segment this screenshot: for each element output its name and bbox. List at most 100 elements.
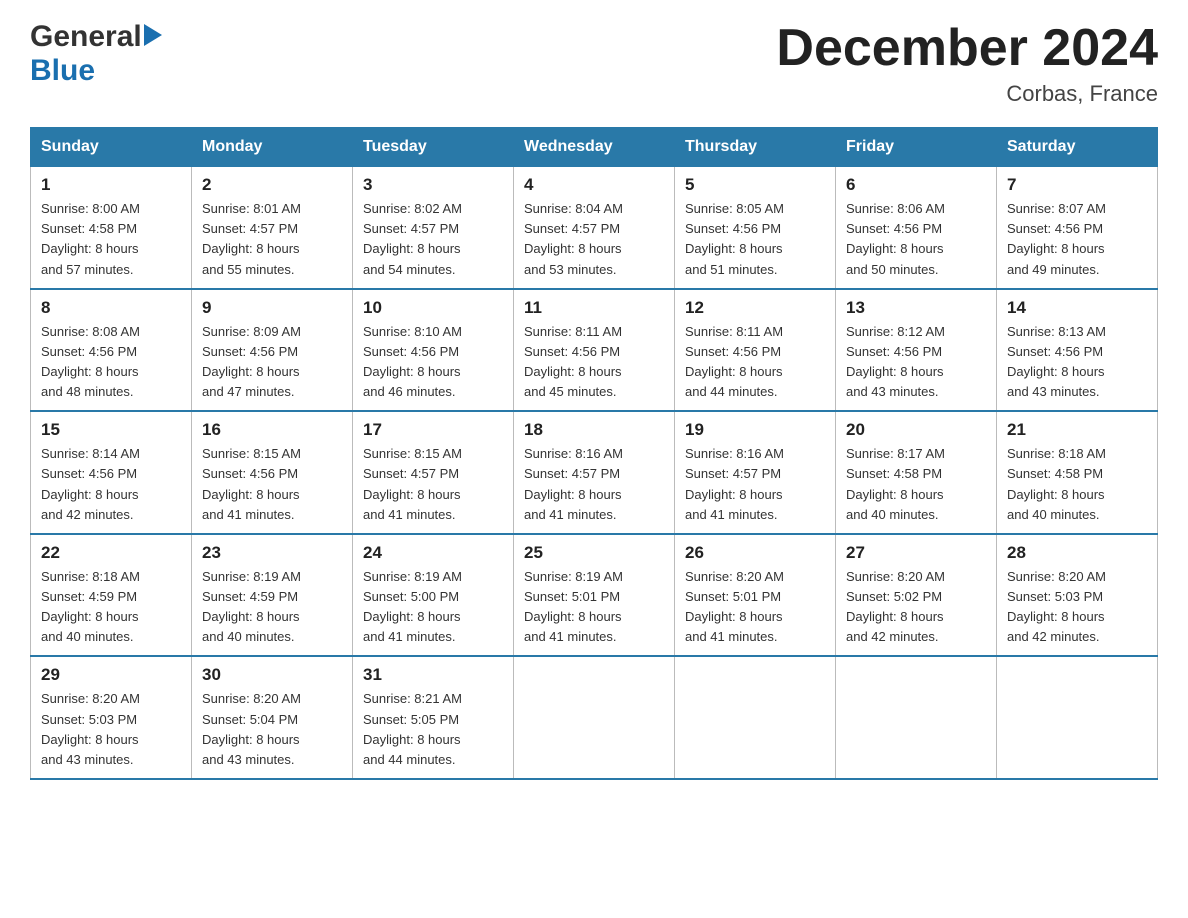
day-info: Sunrise: 8:14 AMSunset: 4:56 PMDaylight:… [41, 444, 181, 525]
day-info: Sunrise: 8:17 AMSunset: 4:58 PMDaylight:… [846, 444, 986, 525]
day-info: Sunrise: 8:20 AMSunset: 5:03 PMDaylight:… [1007, 567, 1147, 648]
location: Corbas, France [776, 81, 1158, 107]
calendar-day-cell: 3 Sunrise: 8:02 AMSunset: 4:57 PMDaylight… [353, 167, 514, 289]
day-number: 21 [1007, 420, 1147, 440]
day-number: 2 [202, 175, 342, 195]
day-info: Sunrise: 8:16 AMSunset: 4:57 PMDaylight:… [524, 444, 664, 525]
day-info: Sunrise: 8:20 AMSunset: 5:04 PMDaylight:… [202, 689, 342, 770]
day-number: 15 [41, 420, 181, 440]
day-info: Sunrise: 8:10 AMSunset: 4:56 PMDaylight:… [363, 322, 503, 403]
month-title: December 2024 [776, 20, 1158, 77]
day-info: Sunrise: 8:08 AMSunset: 4:56 PMDaylight:… [41, 322, 181, 403]
day-info: Sunrise: 8:04 AMSunset: 4:57 PMDaylight:… [524, 199, 664, 280]
day-info: Sunrise: 8:15 AMSunset: 4:56 PMDaylight:… [202, 444, 342, 525]
day-info: Sunrise: 8:13 AMSunset: 4:56 PMDaylight:… [1007, 322, 1147, 403]
day-number: 5 [685, 175, 825, 195]
calendar-day-cell: 17 Sunrise: 8:15 AMSunset: 4:57 PMDayligh… [353, 411, 514, 534]
day-number: 31 [363, 665, 503, 685]
calendar-day-cell: 7 Sunrise: 8:07 AMSunset: 4:56 PMDaylight… [997, 167, 1158, 289]
day-number: 6 [846, 175, 986, 195]
col-friday: Friday [836, 128, 997, 167]
calendar-day-cell: 19 Sunrise: 8:16 AMSunset: 4:57 PMDayligh… [675, 411, 836, 534]
day-info: Sunrise: 8:07 AMSunset: 4:56 PMDaylight:… [1007, 199, 1147, 280]
calendar-day-cell: 14 Sunrise: 8:13 AMSunset: 4:56 PMDayligh… [997, 289, 1158, 412]
day-info: Sunrise: 8:00 AMSunset: 4:58 PMDaylight:… [41, 199, 181, 280]
calendar-day-cell: 20 Sunrise: 8:17 AMSunset: 4:58 PMDayligh… [836, 411, 997, 534]
calendar-day-cell: 21 Sunrise: 8:18 AMSunset: 4:58 PMDayligh… [997, 411, 1158, 534]
calendar-header-row: Sunday Monday Tuesday Wednesday Thursday… [31, 128, 1158, 167]
calendar-day-cell: 26Sunrise: 8:20 AMSunset: 5:01 PMDayligh… [675, 534, 836, 657]
col-monday: Monday [192, 128, 353, 167]
calendar-day-cell: 28Sunrise: 8:20 AMSunset: 5:03 PMDayligh… [997, 534, 1158, 657]
day-info: Sunrise: 8:06 AMSunset: 4:56 PMDaylight:… [846, 199, 986, 280]
calendar-week-row: 15 Sunrise: 8:14 AMSunset: 4:56 PMDayligh… [31, 411, 1158, 534]
calendar-day-cell: 18 Sunrise: 8:16 AMSunset: 4:57 PMDayligh… [514, 411, 675, 534]
calendar-day-cell: 8Sunrise: 8:08 AMSunset: 4:56 PMDaylight… [31, 289, 192, 412]
calendar-week-row: 22Sunrise: 8:18 AMSunset: 4:59 PMDayligh… [31, 534, 1158, 657]
day-number: 12 [685, 298, 825, 318]
logo: General Blue [30, 20, 162, 88]
day-info: Sunrise: 8:11 AMSunset: 4:56 PMDaylight:… [685, 322, 825, 403]
day-number: 24 [363, 543, 503, 563]
day-number: 20 [846, 420, 986, 440]
day-number: 9 [202, 298, 342, 318]
day-number: 11 [524, 298, 664, 318]
calendar-day-cell [997, 656, 1158, 779]
title-block: December 2024 Corbas, France [776, 20, 1158, 107]
calendar-day-cell: 6 Sunrise: 8:06 AMSunset: 4:56 PMDaylight… [836, 167, 997, 289]
day-info: Sunrise: 8:09 AMSunset: 4:56 PMDaylight:… [202, 322, 342, 403]
day-number: 16 [202, 420, 342, 440]
day-number: 3 [363, 175, 503, 195]
calendar-day-cell: 29 Sunrise: 8:20 AMSunset: 5:03 PMDayligh… [31, 656, 192, 779]
col-saturday: Saturday [997, 128, 1158, 167]
calendar-day-cell [836, 656, 997, 779]
calendar-day-cell: 27Sunrise: 8:20 AMSunset: 5:02 PMDayligh… [836, 534, 997, 657]
calendar-day-cell: 24 Sunrise: 8:19 AMSunset: 5:00 PMDayligh… [353, 534, 514, 657]
day-info: Sunrise: 8:02 AMSunset: 4:57 PMDaylight:… [363, 199, 503, 280]
day-number: 30 [202, 665, 342, 685]
day-number: 4 [524, 175, 664, 195]
calendar-day-cell: 11 Sunrise: 8:11 AMSunset: 4:56 PMDayligh… [514, 289, 675, 412]
calendar-day-cell: 9 Sunrise: 8:09 AMSunset: 4:56 PMDaylight… [192, 289, 353, 412]
day-number: 29 [41, 665, 181, 685]
calendar-day-cell [675, 656, 836, 779]
day-number: 19 [685, 420, 825, 440]
day-number: 25 [524, 543, 664, 563]
logo-blue: Blue [30, 54, 95, 87]
day-number: 23 [202, 543, 342, 563]
calendar-table: Sunday Monday Tuesday Wednesday Thursday… [30, 127, 1158, 780]
logo-general: General [30, 20, 142, 54]
calendar-week-row: 29 Sunrise: 8:20 AMSunset: 5:03 PMDayligh… [31, 656, 1158, 779]
day-info: Sunrise: 8:20 AMSunset: 5:02 PMDaylight:… [846, 567, 986, 648]
calendar-week-row: 1 Sunrise: 8:00 AMSunset: 4:58 PMDaylight… [31, 167, 1158, 289]
day-info: Sunrise: 8:18 AMSunset: 4:59 PMDaylight:… [41, 567, 181, 648]
day-number: 17 [363, 420, 503, 440]
col-wednesday: Wednesday [514, 128, 675, 167]
day-info: Sunrise: 8:20 AMSunset: 5:03 PMDaylight:… [41, 689, 181, 770]
calendar-day-cell [514, 656, 675, 779]
day-info: Sunrise: 8:19 AMSunset: 5:00 PMDaylight:… [363, 567, 503, 648]
col-tuesday: Tuesday [353, 128, 514, 167]
day-info: Sunrise: 8:18 AMSunset: 4:58 PMDaylight:… [1007, 444, 1147, 525]
calendar-day-cell: 22Sunrise: 8:18 AMSunset: 4:59 PMDayligh… [31, 534, 192, 657]
day-info: Sunrise: 8:12 AMSunset: 4:56 PMDaylight:… [846, 322, 986, 403]
calendar-day-cell: 25 Sunrise: 8:19 AMSunset: 5:01 PMDayligh… [514, 534, 675, 657]
calendar-day-cell: 13 Sunrise: 8:12 AMSunset: 4:56 PMDayligh… [836, 289, 997, 412]
day-info: Sunrise: 8:19 AMSunset: 5:01 PMDaylight:… [524, 567, 664, 648]
calendar-day-cell: 10Sunrise: 8:10 AMSunset: 4:56 PMDayligh… [353, 289, 514, 412]
day-info: Sunrise: 8:15 AMSunset: 4:57 PMDaylight:… [363, 444, 503, 525]
day-info: Sunrise: 8:19 AMSunset: 4:59 PMDaylight:… [202, 567, 342, 648]
page-header: General Blue December 2024 Corbas, Franc… [30, 20, 1158, 107]
col-thursday: Thursday [675, 128, 836, 167]
day-number: 13 [846, 298, 986, 318]
calendar-day-cell: 2Sunrise: 8:01 AMSunset: 4:57 PMDaylight… [192, 167, 353, 289]
day-number: 7 [1007, 175, 1147, 195]
day-number: 14 [1007, 298, 1147, 318]
calendar-day-cell: 30 Sunrise: 8:20 AMSunset: 5:04 PMDayligh… [192, 656, 353, 779]
day-number: 1 [41, 175, 181, 195]
day-info: Sunrise: 8:20 AMSunset: 5:01 PMDaylight:… [685, 567, 825, 648]
calendar-week-row: 8Sunrise: 8:08 AMSunset: 4:56 PMDaylight… [31, 289, 1158, 412]
day-number: 18 [524, 420, 664, 440]
day-info: Sunrise: 8:16 AMSunset: 4:57 PMDaylight:… [685, 444, 825, 525]
day-info: Sunrise: 8:11 AMSunset: 4:56 PMDaylight:… [524, 322, 664, 403]
